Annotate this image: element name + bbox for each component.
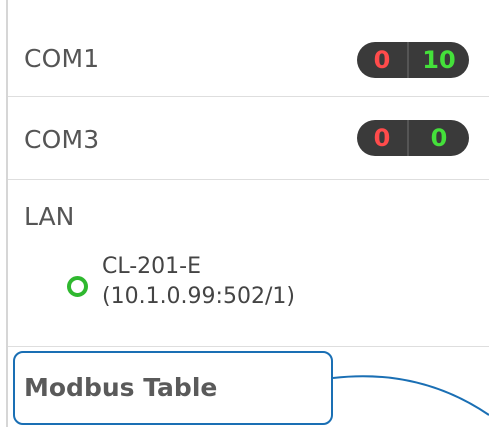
success-count: 0 bbox=[430, 124, 448, 152]
port-label-com1: COM1 bbox=[24, 44, 100, 73]
row-divider bbox=[8, 179, 489, 180]
modbus-table-item[interactable]: Modbus Table bbox=[24, 373, 217, 402]
device-tree-panel: COM1 0 10 COM3 0 0 LAN CL-201-E (10.1.0.… bbox=[0, 0, 489, 427]
row-divider bbox=[8, 346, 489, 347]
error-count: 0 bbox=[373, 124, 391, 152]
lan-label[interactable]: LAN bbox=[24, 202, 74, 231]
device-name: CL-201-E bbox=[102, 254, 201, 279]
port-counter-com3: 0 0 bbox=[357, 120, 469, 156]
success-count: 10 bbox=[422, 46, 456, 74]
port-counter-com1: 0 10 bbox=[357, 42, 469, 78]
port-label-com3: COM3 bbox=[24, 125, 100, 154]
online-status-icon bbox=[67, 276, 88, 297]
device-address: (10.1.0.99:502/1) bbox=[102, 284, 295, 309]
error-count: 0 bbox=[373, 46, 391, 74]
